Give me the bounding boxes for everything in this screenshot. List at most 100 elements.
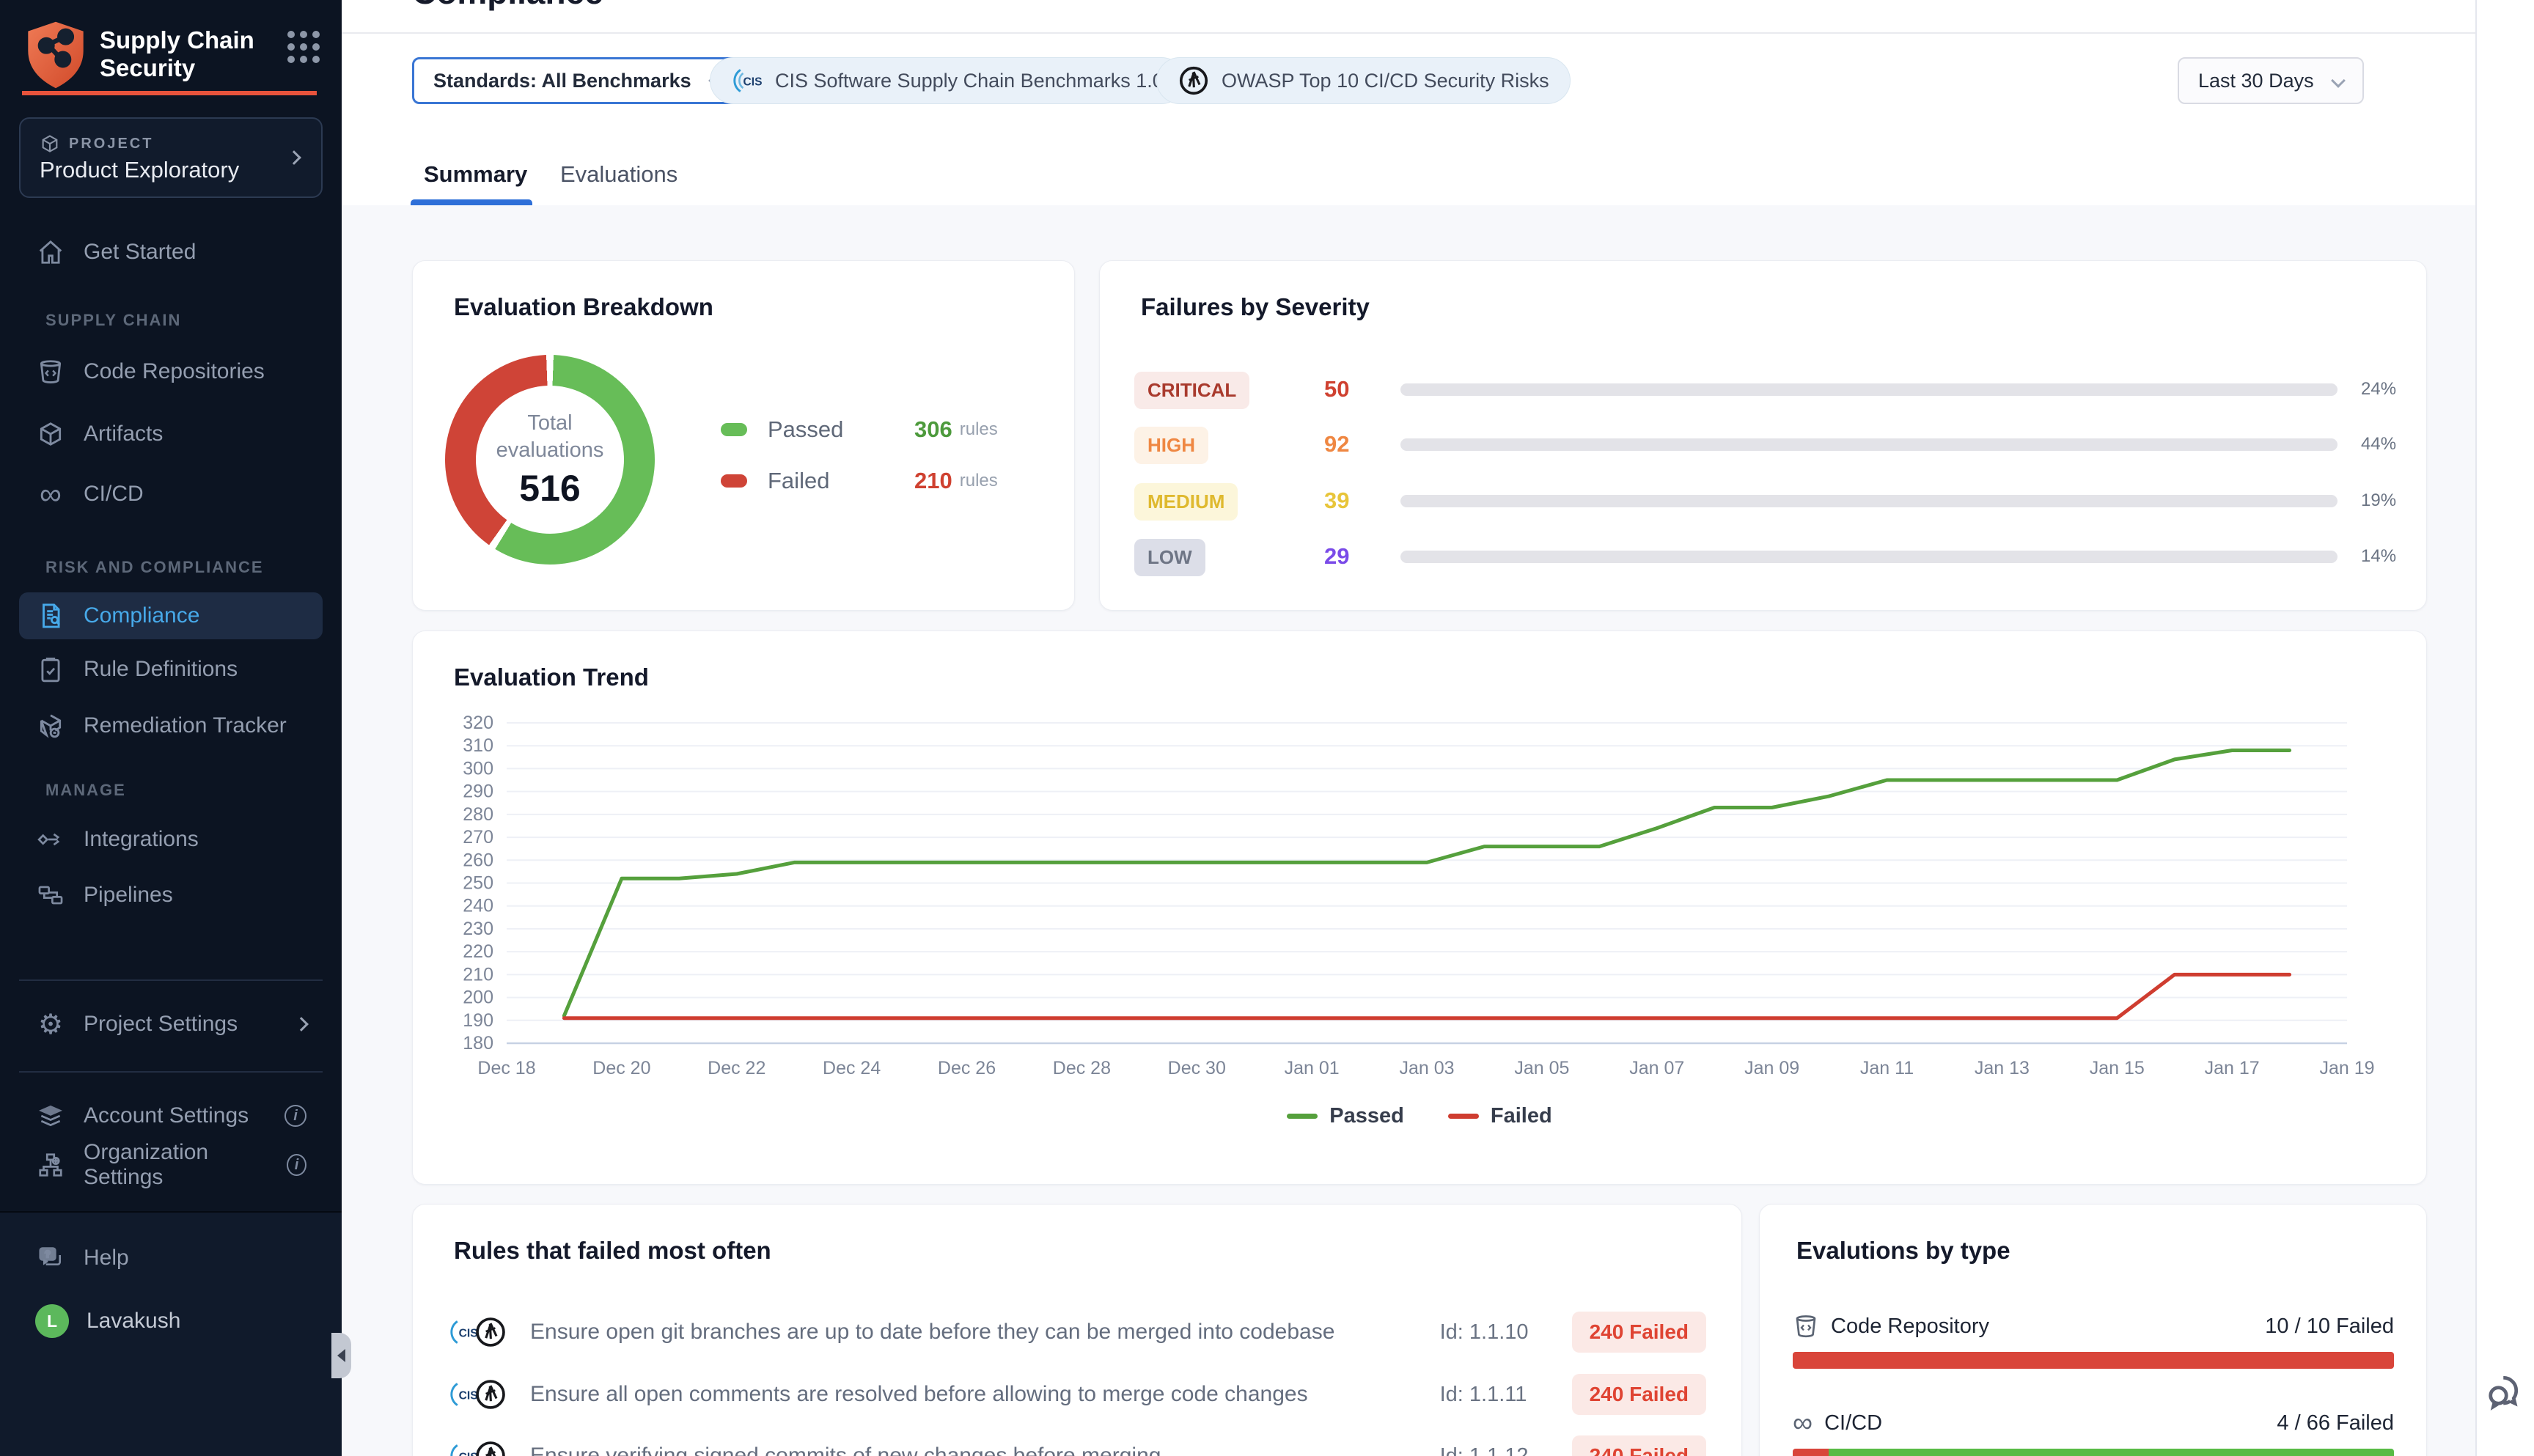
bytype-status: 10 / 10 Failed <box>2265 1315 2394 1339</box>
svg-text:Dec 24: Dec 24 <box>823 1058 881 1078</box>
chevron-right-icon <box>287 150 301 165</box>
code-repository-icon <box>35 356 66 387</box>
severity-pill: LOW <box>1134 539 1205 576</box>
severity-count: 29 <box>1324 543 1349 570</box>
sidebar-item-label: Pipelines <box>84 883 173 908</box>
severity-percent: 14% <box>2361 546 2396 567</box>
scroll-gutter <box>2475 0 2534 1456</box>
severity-count: 39 <box>1324 488 1349 514</box>
org-gear-icon <box>35 1150 66 1180</box>
bytype-bar-cicd <box>1793 1449 2394 1456</box>
owasp-logo-icon <box>1178 65 1210 97</box>
svg-text:240: 240 <box>463 896 493 916</box>
bytype-status: 4 / 66 Failed <box>2277 1411 2394 1435</box>
failed-count-badge: 240 Failed <box>1572 1374 1706 1415</box>
pipelines-icon <box>35 880 66 911</box>
sidebar-item-label: Get Started <box>84 240 196 265</box>
passed-line-swatch <box>1287 1114 1318 1119</box>
svg-text:Jan 07: Jan 07 <box>1629 1058 1684 1078</box>
svg-text:190: 190 <box>463 1010 493 1031</box>
svg-text:?: ? <box>45 1249 51 1260</box>
svg-text:320: 320 <box>463 713 493 733</box>
svg-text:200: 200 <box>463 988 493 1008</box>
svg-text:180: 180 <box>463 1033 493 1054</box>
rule-standard-icons: CIS <box>448 1316 530 1348</box>
donut-center-label: Total <box>527 410 572 437</box>
severity-percent: 44% <box>2361 434 2396 455</box>
remediation-box-icon <box>35 710 66 741</box>
card-title: Failures by Severity <box>1141 293 1370 321</box>
sidebar-item-artifacts[interactable]: Artifacts <box>19 411 323 457</box>
sidebar-item-project-settings[interactable]: ⚙ Project Settings <box>19 1001 323 1048</box>
evaluations-by-type-card: Evalutions by type Code Repository 10 / … <box>1759 1204 2427 1456</box>
rule-row[interactable]: CIS Ensure open git branches are up to d… <box>448 1308 1706 1356</box>
sidebar-item-pipelines[interactable]: Pipelines <box>19 872 323 919</box>
sidebar-item-label: CI/CD <box>84 482 144 507</box>
owasp-logo-icon <box>474 1440 507 1456</box>
rule-text: Ensure open git branches are up to date … <box>530 1320 1440 1345</box>
rule-row[interactable]: CIS Ensure all open comments are resolve… <box>448 1370 1706 1419</box>
sidebar-item-compliance[interactable]: Compliance <box>19 592 323 639</box>
sidebar-item-cicd[interactable]: ∞ CI/CD <box>19 471 323 518</box>
project-selector[interactable]: PROJECT Product Exploratory <box>19 117 323 198</box>
legend-row-failed: Failed 210 rules <box>721 468 998 494</box>
layers-gear-icon <box>35 1100 66 1131</box>
date-range-dropdown[interactable]: Last 30 Days <box>2178 57 2364 104</box>
home-icon <box>35 237 66 268</box>
svg-text:Dec 26: Dec 26 <box>938 1058 996 1078</box>
sidebar-item-label: Remediation Tracker <box>84 713 287 738</box>
chip-cis-benchmark[interactable]: CIS CIS Software Supply Chain Benchmarks… <box>710 57 1185 104</box>
severity-row-high: HIGH 92 44% <box>1134 422 2397 466</box>
sidebar-item-code-repositories[interactable]: Code Repositories <box>19 348 323 395</box>
svg-text:280: 280 <box>463 804 493 825</box>
sidebar-collapse-handle[interactable] <box>331 1333 351 1378</box>
svg-text:260: 260 <box>463 850 493 870</box>
svg-text:Jan 15: Jan 15 <box>2090 1058 2145 1078</box>
card-title: Evaluation Breakdown <box>454 293 713 321</box>
severity-row-medium: MEDIUM 39 19% <box>1134 479 2397 523</box>
integrations-icon <box>35 824 66 855</box>
chat-bubbles-icon[interactable] <box>2484 1369 2528 1413</box>
rule-text: Ensure all open comments are resolved be… <box>530 1382 1440 1407</box>
cube-icon <box>40 133 60 154</box>
info-icon: i <box>284 1105 306 1127</box>
app-switcher-icon[interactable] <box>287 31 320 63</box>
rule-standard-icons: CIS <box>448 1378 530 1411</box>
chip-label: OWASP Top 10 CI/CD Security Risks <box>1222 70 1549 92</box>
chip-owasp-top10[interactable]: OWASP Top 10 CI/CD Security Risks <box>1156 57 1571 104</box>
sidebar-user[interactable]: L Lavakush <box>19 1298 323 1345</box>
date-range-label: Last 30 Days <box>2198 70 2314 92</box>
bytype-row-cicd: ∞ CI/CD 4 / 66 Failed <box>1793 1410 2394 1436</box>
clipboard-check-icon <box>35 654 66 685</box>
svg-text:250: 250 <box>463 873 493 894</box>
sidebar-item-label: Account Settings <box>84 1103 249 1128</box>
severity-bar-track <box>1400 495 2337 507</box>
trend-legend: Passed Failed <box>413 1104 2426 1128</box>
legend-row-passed: Passed 306 rules <box>721 416 998 443</box>
tab-summary[interactable]: Summary <box>424 161 527 188</box>
severity-bar-track <box>1400 438 2337 451</box>
sidebar-item-label: Code Repositories <box>84 359 265 384</box>
sidebar-item-account-settings[interactable]: Account Settings i <box>19 1092 323 1139</box>
app-title: Supply Chain Security <box>100 26 254 82</box>
project-name: Product Exploratory <box>40 157 239 183</box>
sidebar-footer: ? Help L Lavakush <box>0 1211 342 1456</box>
sidebar-item-integrations[interactable]: Integrations <box>19 816 323 863</box>
sidebar-item-organization-settings[interactable]: Organization Settings i <box>19 1141 323 1188</box>
evaluation-breakdown-card: Evaluation Breakdown Total evaluations 5… <box>412 260 1075 611</box>
chip-label: CIS Software Supply Chain Benchmarks 1.0 <box>775 70 1164 92</box>
sidebar-item-remediation-tracker[interactable]: Remediation Tracker <box>19 702 323 749</box>
svg-text:CIS: CIS <box>743 76 763 88</box>
sidebar-item-help[interactable]: ? Help <box>19 1235 323 1282</box>
svg-text:Jan 01: Jan 01 <box>1285 1058 1340 1078</box>
rule-row[interactable]: CIS Ensure verifying signed commits of n… <box>448 1432 1706 1456</box>
sidebar-item-label: Help <box>84 1246 129 1271</box>
tab-evaluations[interactable]: Evaluations <box>560 161 677 188</box>
standards-filter-dropdown[interactable]: Standards: All Benchmarks <box>412 57 742 104</box>
sidebar-item-get-started[interactable]: Get Started <box>19 229 323 276</box>
app-logo-shield-icon <box>22 19 89 91</box>
svg-text:Jan 09: Jan 09 <box>1744 1058 1799 1078</box>
sidebar-item-rule-definitions[interactable]: Rule Definitions <box>19 646 323 693</box>
svg-text:Dec 28: Dec 28 <box>1053 1058 1111 1078</box>
chevron-right-icon <box>294 1017 309 1032</box>
